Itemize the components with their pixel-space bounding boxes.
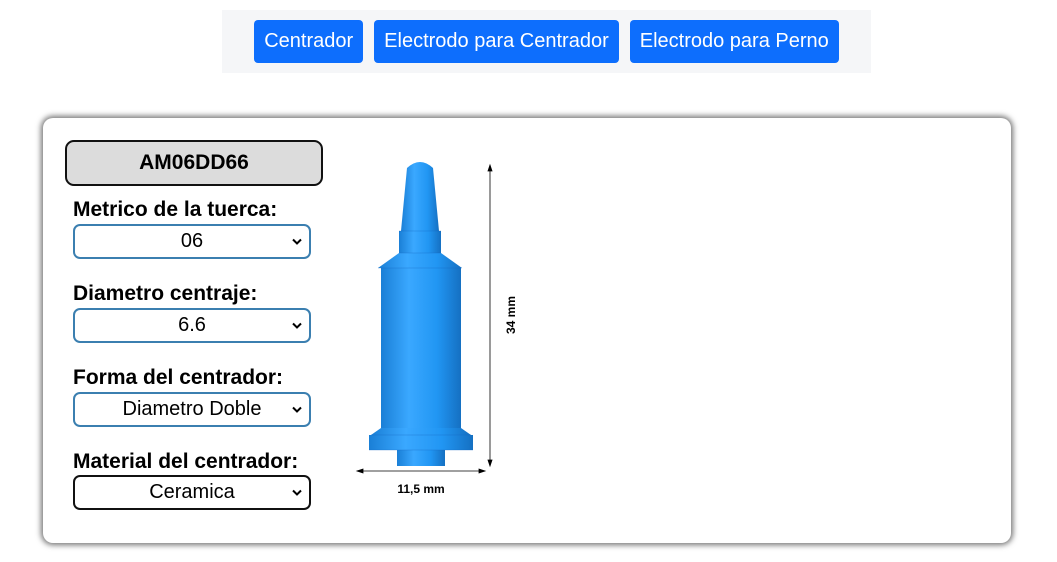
label-diametro-centraje: Diametro centraje: xyxy=(73,282,258,305)
chevron-down-icon xyxy=(292,489,302,496)
select-value: Diametro Doble xyxy=(122,398,262,420)
select-value: Ceramica xyxy=(149,481,235,503)
select-material-centrador[interactable]: Ceramica xyxy=(73,475,311,510)
select-forma-centrador[interactable]: Diametro Doble xyxy=(73,392,311,427)
chevron-down-icon xyxy=(292,322,302,329)
width-dimension xyxy=(355,468,487,474)
centrador-part xyxy=(369,162,473,466)
nav-button-electrodo-perno[interactable]: Electrodo para Perno xyxy=(629,20,839,63)
top-nav: Centrador Electrodo para Centrador Elect… xyxy=(222,10,871,73)
select-diametro-centraje[interactable]: 6.6 xyxy=(73,308,311,343)
height-dimension xyxy=(487,163,493,468)
nav-button-centrador[interactable]: Centrador xyxy=(254,20,364,63)
height-dimension-label: 34 mm xyxy=(504,296,518,334)
chevron-down-icon xyxy=(292,406,302,413)
part-drawing: 34 mm 11,5 mm xyxy=(355,162,518,496)
select-value: 6.6 xyxy=(178,314,206,336)
product-code: AM06DD66 xyxy=(65,140,323,186)
select-value: 06 xyxy=(180,230,204,252)
label-forma-centrador: Forma del centrador: xyxy=(73,366,284,389)
width-dimension-label: 11,5 mm xyxy=(397,482,444,496)
label-material-centrador: Material del centrador: xyxy=(73,450,299,473)
nav-button-electrodo-centrador[interactable]: Electrodo para Centrador xyxy=(374,20,619,63)
product-card: AM06DD66 Metrico de la tuerca: 06 Diamet… xyxy=(43,118,1011,543)
select-metrico-tuerca[interactable]: 06 xyxy=(73,224,311,259)
chevron-down-icon xyxy=(292,238,302,245)
label-metrico-tuerca: Metrico de la tuerca: xyxy=(73,198,278,221)
